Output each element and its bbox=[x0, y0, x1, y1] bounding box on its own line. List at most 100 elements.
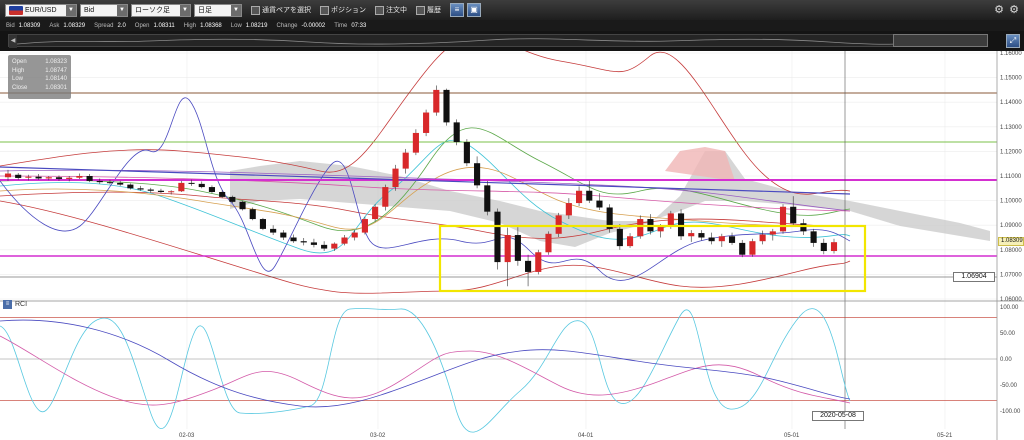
price-tick-label: 1.12000 bbox=[1000, 149, 1022, 155]
candle-body bbox=[453, 122, 460, 143]
open-value: 1.08311 bbox=[153, 22, 175, 29]
candle-body bbox=[443, 89, 450, 123]
history-checkbox[interactable]: 履歴 bbox=[416, 5, 441, 15]
candle-body bbox=[494, 211, 501, 263]
rci-tick-label: 0.00 bbox=[1000, 357, 1012, 363]
rci-indicator bbox=[0, 300, 1024, 433]
date-tick-label: 05-21 bbox=[937, 433, 953, 439]
candle-body bbox=[188, 182, 195, 184]
ask-label: Ask bbox=[49, 22, 60, 29]
symbol-select[interactable]: EUR/USD ▼ bbox=[5, 3, 77, 17]
select-pair-checkbox[interactable]: 通貨ペアを選択 bbox=[251, 5, 311, 15]
price-tick-label: 1.07000 bbox=[1000, 272, 1022, 278]
candle-body bbox=[259, 219, 266, 229]
checkbox-icon bbox=[416, 5, 425, 15]
candle-body bbox=[718, 236, 725, 242]
candle-body bbox=[66, 177, 73, 179]
candle-body bbox=[545, 233, 552, 253]
candle-body bbox=[219, 191, 226, 197]
rci-tick-label: -100.00 bbox=[1000, 409, 1021, 415]
candle-body bbox=[117, 182, 124, 185]
candle-body bbox=[423, 112, 430, 133]
candle-body bbox=[382, 187, 389, 207]
candle-body bbox=[280, 232, 287, 238]
candle-body bbox=[402, 152, 409, 169]
candle-body bbox=[514, 235, 521, 261]
candle-body bbox=[576, 190, 583, 204]
candle-body bbox=[300, 241, 307, 243]
navigator-track[interactable]: ◀ bbox=[8, 34, 988, 48]
candle-body bbox=[565, 203, 572, 216]
navigator-range-handle[interactable] bbox=[893, 34, 988, 47]
candle-body bbox=[106, 182, 114, 184]
price-tick-label: 1.15000 bbox=[1000, 76, 1022, 82]
indicator-settings-icon[interactable]: ≡ bbox=[3, 300, 12, 309]
candle-body bbox=[667, 213, 674, 227]
price-tick-label: 1.13000 bbox=[1000, 125, 1022, 131]
candle-body bbox=[321, 244, 328, 249]
candle-body bbox=[249, 209, 256, 220]
position-checkbox[interactable]: ポジション bbox=[320, 5, 366, 15]
change-label: Change bbox=[276, 22, 298, 29]
candle-body bbox=[820, 242, 827, 252]
price-tick-label: 1.09000 bbox=[1000, 223, 1022, 229]
candle-body bbox=[433, 89, 440, 113]
settings-gear-icon[interactable]: ⚙ bbox=[1009, 3, 1019, 16]
ohlc-close-value: 1.08301 bbox=[45, 84, 67, 91]
ohlc-tooltip: Open 1.08323 High 1.08747 Low 1.08140 Close… bbox=[8, 55, 71, 99]
candle-body bbox=[474, 163, 481, 186]
expand-icon[interactable]: ⤢ bbox=[1006, 34, 1020, 48]
price-chart[interactable]: 1.16000 1.15000 1.14000 1.13000 1.12000 1.110… bbox=[0, 51, 1024, 440]
candle-body bbox=[310, 242, 317, 245]
symbol-select-value: EUR/USD bbox=[25, 6, 57, 14]
candle-body bbox=[779, 206, 787, 232]
rci-panel-label: ≡ RCI bbox=[3, 300, 27, 309]
chart-toolbar: EUR/USD ▼ Bid ▼ ローソク足 ▼ 日足 ▼ 通貨ペアを選択 ポジシ… bbox=[0, 0, 1024, 20]
candle-body bbox=[168, 191, 175, 193]
rci-tick-label: -50.00 bbox=[1000, 383, 1018, 389]
chart-settings-button[interactable]: ≡ bbox=[450, 3, 464, 17]
bid-label: Bid bbox=[6, 22, 15, 29]
candle-body bbox=[76, 176, 83, 178]
timeframe-select[interactable]: 日足 ▼ bbox=[194, 3, 242, 17]
candle-body bbox=[198, 183, 205, 188]
rci-long-line bbox=[0, 319, 851, 408]
price-tick-label: 1.06000 bbox=[1000, 297, 1022, 303]
ohlc-close-label: Close bbox=[12, 84, 28, 91]
candle-body bbox=[657, 226, 664, 232]
gear-icon[interactable]: ⚙ bbox=[994, 3, 1004, 16]
chevron-down-icon: ▼ bbox=[66, 4, 76, 16]
candle-body bbox=[178, 182, 185, 192]
price-tick-label: 1.14000 bbox=[1000, 100, 1022, 106]
date-tick-label: 05-01 bbox=[784, 433, 800, 439]
candle-body bbox=[749, 241, 756, 255]
candle-body bbox=[708, 237, 715, 242]
candle-body bbox=[688, 233, 695, 237]
screenshot-button[interactable]: ▣ bbox=[467, 3, 481, 17]
chart-type-select[interactable]: ローソク足 ▼ bbox=[131, 3, 191, 17]
candle-body bbox=[626, 236, 634, 247]
candle-body bbox=[769, 231, 776, 235]
price-tick-label: 1.11000 bbox=[1000, 174, 1022, 180]
price-side-select[interactable]: Bid ▼ bbox=[80, 3, 128, 17]
price-tick-label: 1.10000 bbox=[1000, 199, 1022, 205]
ohlc-open-label: Open bbox=[12, 59, 27, 65]
order-label: 注文中 bbox=[386, 7, 407, 14]
rci-tick-label: 100.00 bbox=[1000, 305, 1019, 311]
candle-body bbox=[270, 228, 277, 233]
chart-grid bbox=[0, 51, 1024, 429]
candle-body bbox=[137, 188, 144, 190]
candle-body bbox=[830, 242, 838, 252]
candle-body bbox=[372, 206, 379, 220]
candle-body bbox=[239, 201, 246, 210]
current-price-tag: 1.08309 bbox=[998, 237, 1024, 246]
candle-body bbox=[147, 189, 154, 191]
candle-body bbox=[728, 236, 736, 243]
ask-value: 1.08329 bbox=[63, 22, 86, 29]
select-pair-label: 通貨ペアを選択 bbox=[262, 7, 311, 14]
order-checkbox[interactable]: 注文中 bbox=[375, 5, 407, 15]
low-value: 1.08219 bbox=[245, 22, 268, 29]
horizontal-level-tag[interactable]: 1.06904 bbox=[953, 272, 995, 282]
candle-body bbox=[55, 177, 63, 179]
candle-body bbox=[677, 213, 685, 237]
